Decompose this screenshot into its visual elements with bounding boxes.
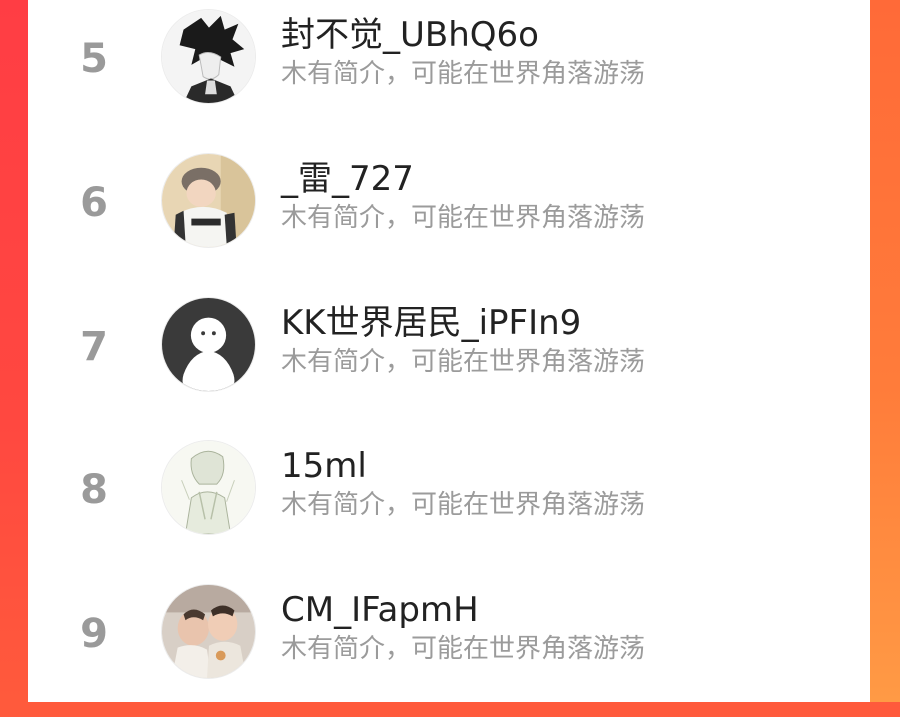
user-name: 封不觉_UBhQ6o [281,15,539,55]
rank-number: 6 [80,180,108,226]
user-name: CM_IFapmH [281,590,479,630]
user-avatar[interactable] [161,440,256,535]
anime-boy-avatar-icon [162,10,255,103]
rank-number: 9 [80,611,108,657]
user-bio: 木有简介，可能在世界角落游荡 [281,59,646,89]
user-name: KK世界居民_iPFIn9 [281,303,582,343]
ranking-list-item[interactable]: 9 CM_IFapmH 木有简介，可能在世界角落游荡 [28,574,870,717]
ranking-list-item[interactable]: 7 KK世界居民_iPFIn9 木有简介，可能在世界角落游荡 [28,287,870,430]
rank-number: 7 [80,324,108,370]
user-avatar[interactable] [161,153,256,248]
user-bio: 木有简介，可能在世界角落游荡 [281,634,646,664]
user-avatar[interactable] [161,584,256,679]
user-avatar[interactable] [161,9,256,104]
ranking-list-item[interactable]: 6 _雷_727 木有简介，可能在世界角落游荡 [28,143,870,286]
babies-photo-avatar-icon [162,585,255,678]
ranking-list-item[interactable]: 5 封不觉_UBhQ6o 木有简介，可能在世界角落游荡 [28,0,870,142]
user-name: _雷_727 [281,159,414,199]
user-bio: 木有简介，可能在世界角落游荡 [281,203,646,233]
left-edge-decoration [0,0,28,702]
user-name: 15ml [281,446,367,486]
rank-number: 8 [80,467,108,513]
default-ghost-avatar-icon [162,298,255,391]
ranking-list-item[interactable]: 8 15ml 木有简介，可能在世界角落游荡 [28,430,870,573]
child-beanie-avatar-icon [162,154,255,247]
user-bio: 木有简介，可能在世界角落游荡 [281,347,646,377]
rank-number: 5 [80,36,108,82]
right-edge-decoration [870,0,900,702]
user-avatar[interactable] [161,297,256,392]
ranking-list-panel: 5 封不觉_UBhQ6o 木有简介，可能在世界角落游荡 6 _雷_727 木有简… [28,0,870,702]
sketch-character-avatar-icon [162,441,255,534]
user-bio: 木有简介，可能在世界角落游荡 [281,490,646,520]
